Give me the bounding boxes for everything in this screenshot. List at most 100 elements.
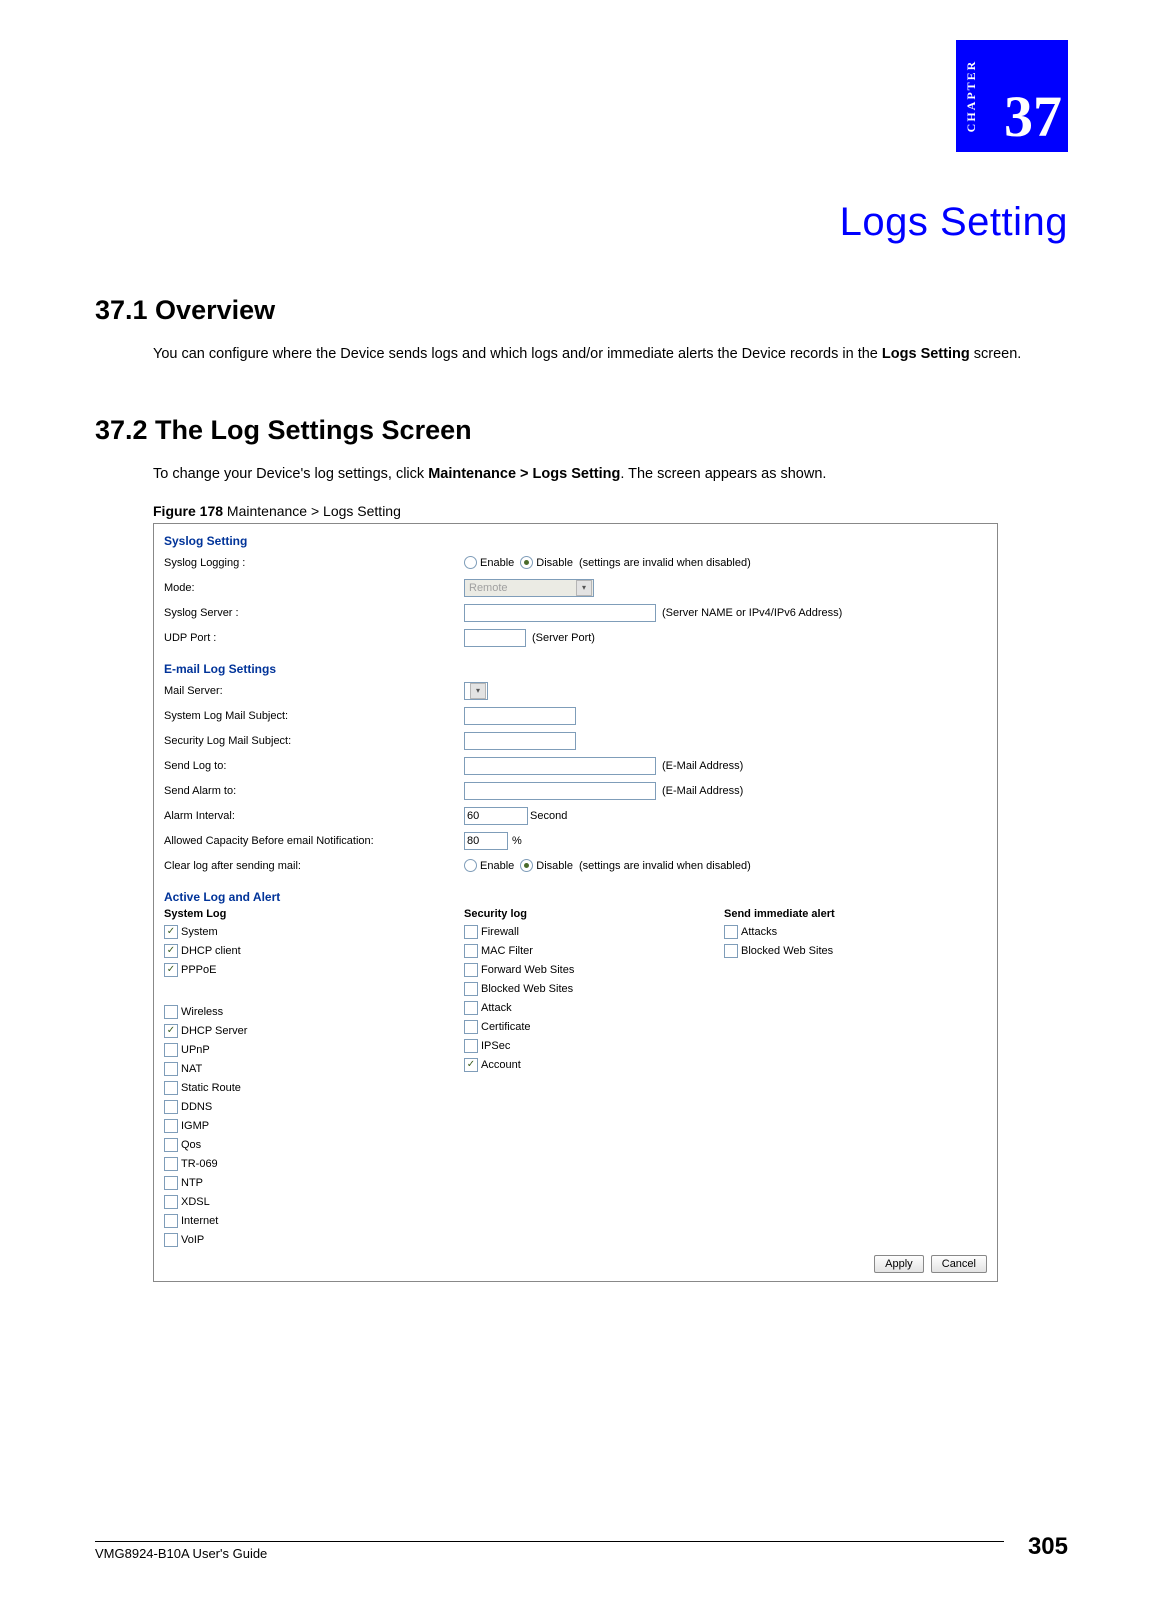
- figure-caption: Figure 178 Maintenance > Logs Setting: [153, 503, 1068, 519]
- label-udp-port: UDP Port :: [164, 632, 464, 644]
- checkbox-row: Firewall: [464, 922, 724, 941]
- checkbox-row: TR-069: [164, 1154, 464, 1173]
- email-section-title: E-mail Log Settings: [164, 658, 987, 678]
- input-system-log-subject[interactable]: [464, 707, 576, 725]
- text: screen.: [970, 346, 1022, 362]
- screenshot-logs-setting: Syslog Setting Syslog Logging : Enable D…: [153, 523, 998, 1282]
- checkbox[interactable]: [164, 1157, 178, 1171]
- checkbox[interactable]: ✓: [164, 1024, 178, 1038]
- checkbox[interactable]: ✓: [164, 944, 178, 958]
- row-alarm-interval: Alarm Interval: 60 Second: [164, 803, 987, 828]
- select-mail-server[interactable]: ▾: [464, 682, 488, 700]
- input-security-log-subject[interactable]: [464, 732, 576, 750]
- note-syslog-server: (Server NAME or IPv4/IPv6 Address): [662, 607, 842, 619]
- select-value: Remote: [469, 582, 508, 594]
- apply-button[interactable]: Apply: [874, 1255, 924, 1273]
- row-system-log-subject: System Log Mail Subject:: [164, 703, 987, 728]
- note-send-log-to: (E-Mail Address): [662, 760, 743, 772]
- checkbox[interactable]: [164, 1043, 178, 1057]
- radio-clear-enable[interactable]: [464, 859, 477, 872]
- cancel-button[interactable]: Cancel: [931, 1255, 987, 1273]
- radio-syslog-disable[interactable]: [520, 556, 533, 569]
- chapter-box: CHAPTER 37: [956, 40, 1068, 152]
- chapter-label: CHAPTER: [964, 60, 979, 133]
- checkbox[interactable]: [164, 1062, 178, 1076]
- select-mode[interactable]: Remote ▾: [464, 579, 594, 597]
- checkbox-label: IGMP: [181, 1120, 209, 1132]
- label-allowed-capacity: Allowed Capacity Before email Notificati…: [164, 835, 464, 847]
- radio-syslog-enable[interactable]: [464, 556, 477, 569]
- checkbox[interactable]: ✓: [164, 963, 178, 977]
- checkbox[interactable]: [164, 1195, 178, 1209]
- active-log-section-title: Active Log and Alert: [164, 886, 987, 906]
- note-udp-port: (Server Port): [532, 632, 595, 644]
- checkbox-label: VoIP: [181, 1234, 204, 1246]
- section-37-1-paragraph: You can configure where the Device sends…: [153, 344, 1068, 365]
- radio-label-enable: Enable: [480, 860, 514, 872]
- radio-label-enable: Enable: [480, 557, 514, 569]
- checkbox-row: Wireless: [164, 1002, 464, 1021]
- label-security-log-subject: Security Log Mail Subject:: [164, 735, 464, 747]
- checkbox-row: ✓Account: [464, 1055, 724, 1074]
- checkbox-row: Blocked Web Sites: [464, 979, 724, 998]
- checkbox-label: Static Route: [181, 1082, 241, 1094]
- column-system-log: System Log ✓System✓DHCP client✓PPPoEWire…: [164, 908, 464, 1249]
- text-bold: Maintenance > Logs Setting: [428, 466, 620, 482]
- figure-title: Maintenance > Logs Setting: [223, 503, 401, 519]
- checkbox[interactable]: [164, 1005, 178, 1019]
- checkbox[interactable]: [464, 982, 478, 996]
- checkbox-label: Qos: [181, 1139, 201, 1151]
- active-log-grid: System Log ✓System✓DHCP client✓PPPoEWire…: [164, 908, 987, 1249]
- row-clear-log: Clear log after sending mail: Enable Dis…: [164, 853, 987, 878]
- checkbox-label: TR-069: [181, 1158, 218, 1170]
- column-head-security-log: Security log: [464, 908, 724, 922]
- checkbox[interactable]: [464, 963, 478, 977]
- checkbox-row: NAT: [164, 1059, 464, 1078]
- input-allowed-capacity[interactable]: 80: [464, 832, 508, 850]
- column-security-log: Security log Firewall MAC Filter Forward W…: [464, 908, 724, 1249]
- checkbox[interactable]: [724, 925, 738, 939]
- checkbox[interactable]: [464, 1001, 478, 1015]
- input-syslog-server[interactable]: [464, 604, 656, 622]
- checkbox-row: IGMP: [164, 1116, 464, 1135]
- label-mode: Mode:: [164, 582, 464, 594]
- input-udp-port[interactable]: [464, 629, 526, 647]
- checkbox[interactable]: [164, 1233, 178, 1247]
- checkbox[interactable]: [464, 1020, 478, 1034]
- checkbox[interactable]: [164, 1100, 178, 1114]
- note-clear-log: (settings are invalid when disabled): [579, 860, 751, 872]
- input-alarm-interval[interactable]: 60: [464, 807, 528, 825]
- checkbox-row: XDSL: [164, 1192, 464, 1211]
- checkbox[interactable]: [164, 1081, 178, 1095]
- checkbox-label: DDNS: [181, 1101, 212, 1113]
- checkbox[interactable]: [464, 925, 478, 939]
- row-send-log-to: Send Log to: (E-Mail Address): [164, 753, 987, 778]
- column-head-system-log: System Log: [164, 908, 464, 922]
- checkbox[interactable]: [164, 1138, 178, 1152]
- checkbox[interactable]: [464, 1039, 478, 1053]
- text-bold: Logs Setting: [882, 346, 970, 362]
- radio-clear-disable[interactable]: [520, 859, 533, 872]
- chapter-number: 37: [998, 82, 1068, 152]
- row-mail-server: Mail Server: ▾: [164, 678, 987, 703]
- checkbox[interactable]: [164, 1214, 178, 1228]
- checkbox[interactable]: ✓: [164, 925, 178, 939]
- checkbox-label: Attack: [481, 1002, 512, 1014]
- checkbox-row: UPnP: [164, 1040, 464, 1059]
- checkbox[interactable]: [164, 1119, 178, 1133]
- input-send-alarm-to[interactable]: [464, 782, 656, 800]
- input-send-log-to[interactable]: [464, 757, 656, 775]
- label-send-log-to: Send Log to:: [164, 760, 464, 772]
- page: CHAPTER 37 Logs Setting 37.1 Overview Yo…: [0, 0, 1163, 1597]
- checkbox-label: IPSec: [481, 1040, 510, 1052]
- checkbox-label: Forward Web Sites: [481, 964, 574, 976]
- checkbox[interactable]: [164, 1176, 178, 1190]
- checkbox-label: System: [181, 926, 218, 938]
- chapter-title: Logs Setting: [95, 200, 1068, 245]
- checkbox[interactable]: [464, 944, 478, 958]
- checkbox-label: NAT: [181, 1063, 202, 1075]
- checkbox[interactable]: ✓: [464, 1058, 478, 1072]
- figure-number: Figure 178: [153, 503, 223, 519]
- checkbox-label: MAC Filter: [481, 945, 533, 957]
- checkbox[interactable]: [724, 944, 738, 958]
